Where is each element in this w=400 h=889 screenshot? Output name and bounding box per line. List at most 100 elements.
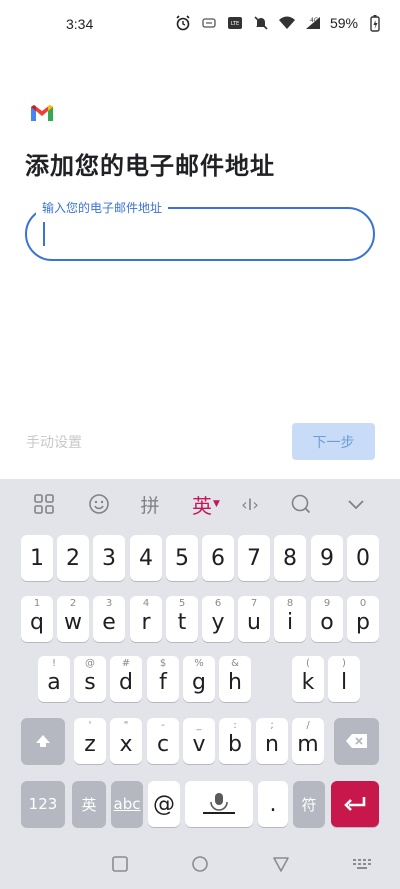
gmail-logo: [29, 103, 55, 123]
mute-icon: [252, 14, 270, 32]
key-u[interactable]: 7u: [238, 596, 270, 642]
key-m[interactable]: / m: [292, 718, 324, 764]
space-key[interactable]: [185, 781, 253, 827]
key-z[interactable]: ' z: [74, 718, 106, 764]
backspace-icon: [345, 734, 367, 748]
key-l[interactable]: ) l: [328, 656, 360, 702]
key-b[interactable]: :b: [219, 718, 251, 764]
key-1[interactable]: 1: [21, 535, 53, 581]
home-icon[interactable]: [191, 855, 209, 873]
key-hint: #: [121, 658, 131, 669]
backspace-key[interactable]: [334, 718, 379, 764]
key-hint: 0: [359, 598, 367, 609]
key-label: e: [102, 609, 116, 635]
key-s[interactable]: @ s: [74, 656, 106, 702]
at-key[interactable]: @: [148, 781, 180, 827]
key-y[interactable]: 6y: [202, 596, 234, 642]
key-g[interactable]: % g: [183, 656, 215, 702]
key-0[interactable]: 0: [347, 535, 379, 581]
key-label: q: [30, 609, 44, 635]
battery-icon: [366, 14, 384, 32]
language-switch[interactable]: 英 ▼: [188, 491, 224, 518]
manual-setup-link[interactable]: 手动设置: [26, 432, 82, 452]
key-hint: 2: [69, 598, 77, 609]
microphone-icon: [203, 793, 235, 814]
key-x[interactable]: " x: [110, 718, 142, 764]
period-key[interactable]: .: [258, 781, 288, 827]
abc-mode-key[interactable]: abc: [111, 781, 143, 827]
next-button[interactable]: 下一步: [292, 423, 375, 460]
key-hint: &: [231, 658, 239, 669]
key-hint: $: [159, 658, 167, 669]
key-2[interactable]: 2: [57, 535, 89, 581]
key-r[interactable]: 4r: [130, 596, 162, 642]
key-9[interactable]: 9: [311, 535, 343, 581]
key-label: 6: [211, 545, 225, 571]
key-label: y: [211, 609, 225, 635]
keyboard-switch-icon[interactable]: [352, 855, 371, 873]
chinese-mode-key[interactable]: 英: [72, 781, 106, 827]
key-hint: ': [88, 720, 92, 731]
cursor-control-icon[interactable]: ‹I›: [237, 491, 263, 517]
key-f[interactable]: $ f: [147, 656, 179, 702]
key-label: l: [340, 669, 348, 695]
key-p[interactable]: 0p: [347, 596, 379, 642]
key-q[interactable]: 1q: [21, 596, 53, 642]
key-hint: 1: [33, 598, 41, 609]
numbers-key[interactable]: 123: [21, 781, 65, 827]
key-label: 英: [81, 795, 97, 814]
key-t[interactable]: 5t: [166, 596, 198, 642]
symbols-key[interactable]: 符: [293, 781, 325, 827]
emoji-icon[interactable]: [86, 491, 112, 517]
key-e[interactable]: 3e: [93, 596, 125, 642]
key-label: g: [192, 669, 206, 695]
language-label: 英: [192, 493, 213, 518]
key-label: o: [320, 609, 334, 635]
volte-icon: LTE: [226, 14, 244, 32]
key-v[interactable]: _ v: [183, 718, 215, 764]
collapse-keyboard-icon[interactable]: [343, 491, 369, 517]
enter-key[interactable]: [331, 781, 379, 827]
key-hint: (: [306, 658, 310, 669]
key-hint: :: [233, 720, 237, 731]
keyboard-toolbar: 拼 英 ▼ ‹I›: [0, 479, 400, 527]
key-k[interactable]: (k: [292, 656, 324, 702]
key-label: r: [141, 609, 151, 635]
key-n[interactable]: ; n: [256, 718, 288, 764]
key-label: d: [119, 669, 133, 695]
key-hint: 8: [286, 598, 294, 609]
key-6[interactable]: 6: [202, 535, 234, 581]
svg-text:4G: 4G: [310, 17, 319, 24]
key-a[interactable]: ! a: [38, 656, 70, 702]
shift-key[interactable]: [21, 718, 65, 764]
grid-menu-icon[interactable]: [31, 491, 57, 517]
key-8[interactable]: 8: [274, 535, 306, 581]
key-hint: 6: [214, 598, 222, 609]
pinyin-button[interactable]: 拼: [137, 491, 163, 517]
key-i[interactable]: 8i: [274, 596, 306, 642]
key-o[interactable]: 9o: [311, 596, 343, 642]
key-label: k: [301, 669, 315, 695]
key-h[interactable]: & h: [219, 656, 251, 702]
key-label: v: [192, 731, 206, 757]
key-label: 7: [247, 545, 261, 571]
recent-apps-icon[interactable]: [111, 855, 129, 873]
key-3[interactable]: 3: [93, 535, 125, 581]
caret-down-icon: ▼: [213, 499, 220, 509]
key-hint: 4: [142, 598, 150, 609]
key-hint: ;: [270, 720, 274, 731]
key-d[interactable]: # d: [110, 656, 142, 702]
key-4[interactable]: 4: [130, 535, 162, 581]
key-label: 1: [30, 545, 44, 571]
key-5[interactable]: 5: [166, 535, 198, 581]
key-7[interactable]: 7: [238, 535, 270, 581]
key-label: 3: [102, 545, 116, 571]
key-w[interactable]: 2w: [57, 596, 89, 642]
search-icon[interactable]: [288, 491, 314, 517]
key-label: i: [286, 609, 294, 635]
key-label: u: [247, 609, 261, 635]
4g-signal-icon: 4G: [304, 14, 322, 32]
email-input[interactable]: [43, 219, 353, 249]
back-icon[interactable]: [272, 855, 290, 873]
key-c[interactable]: -c: [147, 718, 179, 764]
